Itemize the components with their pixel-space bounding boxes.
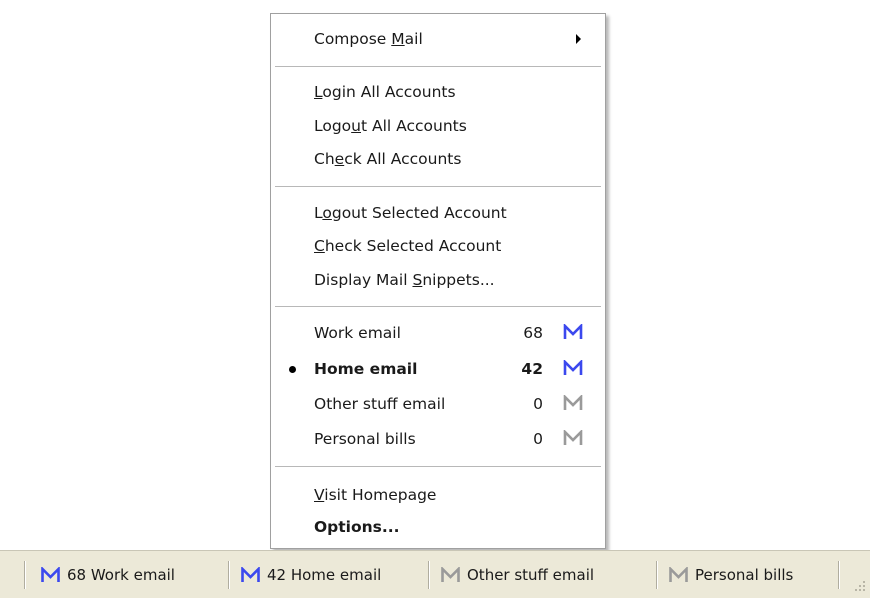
account-name: Personal bills bbox=[314, 430, 416, 448]
mail-read-icon bbox=[440, 567, 461, 584]
mail-read-icon bbox=[668, 567, 689, 584]
menu-item-account-work[interactable]: Work email 68 bbox=[271, 317, 605, 349]
taskbar-divider bbox=[838, 561, 840, 589]
menu-item-label: Check Selected Account bbox=[314, 237, 502, 255]
menu-separator bbox=[275, 466, 601, 468]
menu-item-account-home[interactable]: Home email 42 bbox=[271, 353, 605, 385]
account-name: Work email bbox=[314, 324, 401, 342]
menu-item-label: Display Mail Snippets... bbox=[314, 271, 495, 289]
account-unread-count: 0 bbox=[533, 430, 543, 448]
taskbar: 68 Work email 42 Home email Other stuff … bbox=[0, 550, 870, 598]
menu-item-logout-selected-account[interactable]: Logout Selected Account bbox=[271, 197, 605, 229]
tray-context-menu: Compose Mail Login All Accounts Logout A… bbox=[270, 13, 606, 549]
menu-item-check-all-accounts[interactable]: Check All Accounts bbox=[271, 143, 605, 175]
menu-item-label: Options... bbox=[314, 518, 400, 536]
menu-item-display-mail-snippets[interactable]: Display Mail Snippets... bbox=[271, 264, 605, 296]
menu-item-label: Logout Selected Account bbox=[314, 204, 507, 222]
taskbar-item-label: 42 Home email bbox=[267, 566, 382, 584]
menu-item-logout-all-accounts[interactable]: Logout All Accounts bbox=[271, 110, 605, 142]
taskbar-item-work-email[interactable]: 68 Work email bbox=[40, 559, 175, 591]
mail-unread-icon bbox=[563, 324, 583, 341]
taskbar-item-other-stuff-email[interactable]: Other stuff email bbox=[440, 559, 594, 591]
account-name: Other stuff email bbox=[314, 395, 446, 413]
mail-unread-icon bbox=[40, 567, 61, 584]
menu-item-account-personal-bills[interactable]: Personal bills 0 bbox=[271, 423, 605, 455]
submenu-arrow-icon bbox=[576, 34, 581, 44]
taskbar-item-label: 68 Work email bbox=[67, 566, 175, 584]
mail-read-icon bbox=[563, 395, 583, 412]
menu-item-login-all-accounts[interactable]: Login All Accounts bbox=[271, 76, 605, 108]
selected-bullet-icon bbox=[289, 366, 296, 373]
menu-separator bbox=[275, 66, 601, 68]
menu-separator bbox=[275, 306, 601, 308]
taskbar-divider bbox=[656, 561, 658, 589]
menu-item-visit-homepage[interactable]: Visit Homepage bbox=[271, 479, 605, 511]
taskbar-item-label: Other stuff email bbox=[467, 566, 595, 584]
menu-item-label: Compose Mail bbox=[314, 30, 423, 48]
menu-item-label: Login All Accounts bbox=[314, 83, 456, 101]
taskbar-divider bbox=[428, 561, 430, 589]
resize-grip-icon[interactable] bbox=[854, 580, 866, 592]
taskbar-item-personal-bills[interactable]: Personal bills bbox=[668, 559, 793, 591]
taskbar-divider bbox=[24, 561, 26, 589]
menu-item-options[interactable]: Options... bbox=[271, 511, 605, 543]
taskbar-item-home-email[interactable]: 42 Home email bbox=[240, 559, 381, 591]
menu-item-label: Visit Homepage bbox=[314, 486, 437, 504]
taskbar-divider bbox=[228, 561, 230, 589]
menu-item-label: Logout All Accounts bbox=[314, 117, 467, 135]
menu-item-account-other-stuff[interactable]: Other stuff email 0 bbox=[271, 388, 605, 420]
menu-item-label: Check All Accounts bbox=[314, 150, 462, 168]
menu-separator bbox=[275, 186, 601, 188]
mail-unread-icon bbox=[563, 360, 583, 377]
account-unread-count: 42 bbox=[521, 360, 543, 378]
taskbar-item-label: Personal bills bbox=[695, 566, 794, 584]
account-unread-count: 68 bbox=[523, 324, 543, 342]
account-unread-count: 0 bbox=[533, 395, 543, 413]
mail-read-icon bbox=[563, 430, 583, 447]
mail-unread-icon bbox=[240, 567, 261, 584]
account-name: Home email bbox=[314, 360, 418, 378]
menu-item-check-selected-account[interactable]: Check Selected Account bbox=[271, 230, 605, 262]
menu-item-compose-mail[interactable]: Compose Mail bbox=[271, 23, 605, 55]
